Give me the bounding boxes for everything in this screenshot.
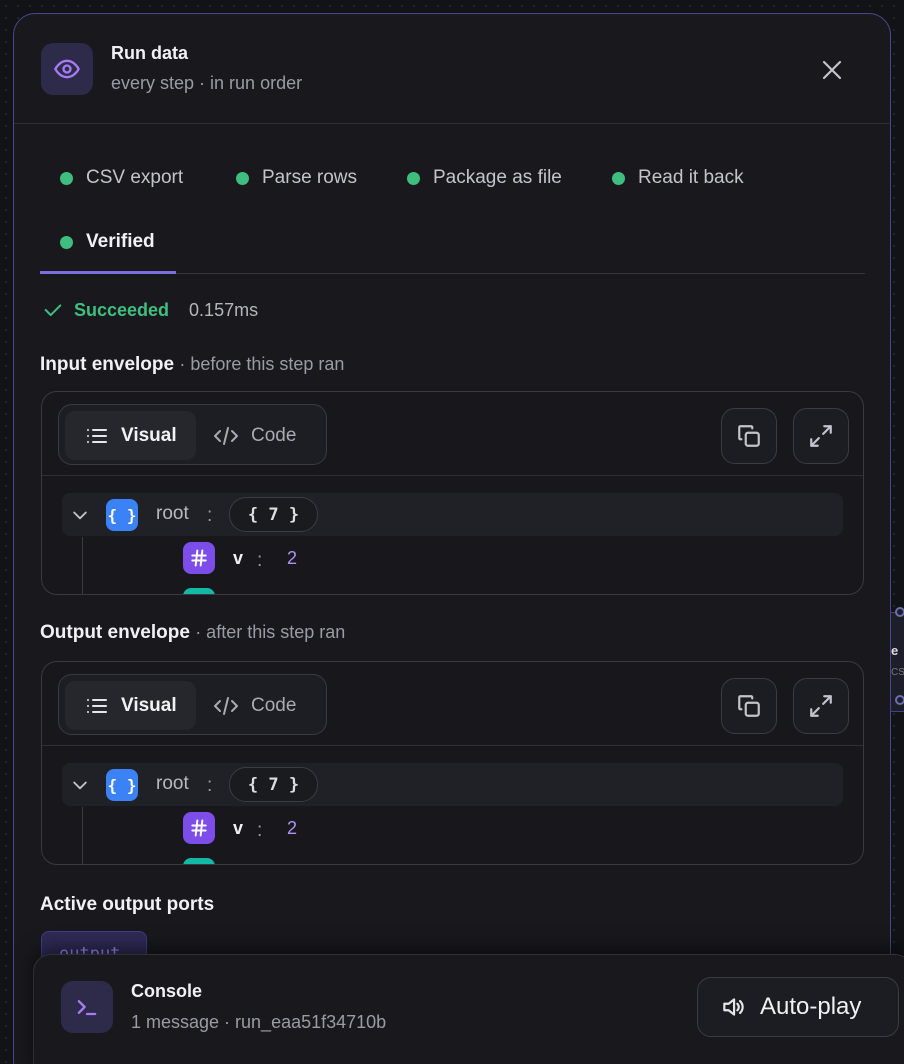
node-title-fragment: e xyxy=(891,643,899,658)
status-dot xyxy=(60,235,73,249)
copy-button[interactable] xyxy=(721,408,777,464)
tab-parse-rows[interactable]: Parse rows xyxy=(236,163,357,193)
view-mode-toggle: Visual Code xyxy=(58,674,327,735)
checkmark-icon xyxy=(44,304,62,317)
eye-icon xyxy=(41,43,93,95)
step-status: Succeeded 0.157ms xyxy=(42,297,258,323)
number-type-icon xyxy=(183,542,215,574)
code-label: Code xyxy=(251,694,297,716)
terminal-icon xyxy=(61,981,113,1033)
speaker-icon xyxy=(723,998,744,1016)
panel-subtitle: every step · in run order xyxy=(111,73,303,93)
console-title: Console xyxy=(131,981,203,1001)
status-dot xyxy=(407,171,420,185)
expand-icon xyxy=(810,695,832,717)
chevron-down-icon[interactable] xyxy=(70,505,90,525)
status-dot xyxy=(60,171,73,185)
viewer-toolbar: Visual Code xyxy=(42,392,863,476)
object-type-icon: { } xyxy=(106,769,138,801)
list-icon xyxy=(87,698,107,713)
section-meta: · after this step ran xyxy=(195,622,346,642)
active-ports-heading: Active output ports xyxy=(40,894,215,915)
key-separator: : xyxy=(257,550,263,571)
node-subtitle-fragment: CS xyxy=(891,667,904,678)
expand-icon xyxy=(810,425,832,447)
string-type-icon xyxy=(183,858,215,864)
status-duration: 0.157ms xyxy=(189,299,259,320)
run-data-panel: Run data every step · in run order CSV e… xyxy=(13,13,891,1064)
node-port-dot xyxy=(895,607,904,617)
tab-csv-export[interactable]: CSV export xyxy=(60,163,183,193)
tab-label: Verified xyxy=(86,231,155,252)
panel-header: Run data every step · in run order xyxy=(14,14,890,124)
visual-label: Visual xyxy=(121,424,177,446)
tab-label: CSV export xyxy=(86,167,184,188)
copy-icon xyxy=(738,695,760,717)
tab-verified[interactable]: Verified xyxy=(60,227,155,257)
autoplay-label: Auto-play xyxy=(760,993,862,1020)
status-dot xyxy=(612,171,625,185)
node-port-dot xyxy=(895,695,904,705)
section-meta: · before this step ran xyxy=(179,354,345,374)
list-icon xyxy=(87,428,107,443)
object-count-badge: { 7 } xyxy=(229,497,318,532)
output-envelope-viewer: Visual Code { } root : { 7 } v: 2 xyxy=(41,661,864,865)
code-icon xyxy=(214,426,238,445)
view-mode-toggle: Visual Code xyxy=(58,404,327,465)
viewer-toolbar: Visual Code xyxy=(42,662,863,746)
string-type-icon xyxy=(183,588,215,594)
key-separator: : xyxy=(207,775,213,796)
tab-package-as-file[interactable]: Package as file xyxy=(407,163,562,193)
tree-child-key: v xyxy=(233,818,244,838)
section-title: Output envelope xyxy=(40,622,190,643)
chevron-down-icon[interactable] xyxy=(70,775,90,795)
tab-label: Parse rows xyxy=(262,167,358,188)
tab-read-it-back[interactable]: Read it back xyxy=(612,163,744,193)
expand-button[interactable] xyxy=(793,408,849,464)
section-title: Input envelope xyxy=(40,354,175,375)
tree-child-value: 2 xyxy=(287,818,298,838)
key-separator: : xyxy=(257,820,263,841)
number-type-icon xyxy=(183,812,215,844)
expand-button[interactable] xyxy=(793,678,849,734)
tree-child-value: 2 xyxy=(287,548,298,568)
close-icon xyxy=(822,60,842,80)
key-separator: : xyxy=(207,505,213,526)
code-view-button[interactable]: Code xyxy=(213,681,296,730)
tree-child-key: v xyxy=(233,548,244,568)
input-envelope-viewer: Visual Code { } root : { 7 } v: 2 xyxy=(41,391,864,595)
panel-title: Run data xyxy=(111,43,189,63)
visual-view-button[interactable]: Visual xyxy=(65,681,196,730)
code-view-button[interactable]: Code xyxy=(213,411,296,460)
active-tab-indicator xyxy=(40,271,176,274)
tree-guide-line xyxy=(82,807,83,864)
object-count-badge: { 7 } xyxy=(229,767,318,802)
tab-label: Read it back xyxy=(638,167,744,188)
copy-icon xyxy=(738,425,760,447)
console-panel: Console 1 message · run_eaa51f34710b Aut… xyxy=(33,954,904,1064)
tree-guide-line xyxy=(82,537,83,594)
status-dot xyxy=(236,171,249,185)
status-label: Succeeded xyxy=(74,299,170,320)
close-button[interactable] xyxy=(814,52,850,88)
tree-key: root xyxy=(156,773,189,794)
code-icon xyxy=(214,696,238,715)
visual-label: Visual xyxy=(121,694,177,716)
code-label: Code xyxy=(251,424,297,446)
tree-root-row[interactable]: { } root : { 7 } xyxy=(62,493,843,536)
object-type-icon: { } xyxy=(106,499,138,531)
tree-key: root xyxy=(156,503,189,524)
step-tabs: CSV export Parse rows Package as file Re… xyxy=(40,152,865,274)
tree-root-row[interactable]: { } root : { 7 } xyxy=(62,763,843,806)
tab-label: Package as file xyxy=(433,167,562,188)
output-envelope-heading: Output envelope · after this step ran xyxy=(40,622,345,644)
autoplay-button[interactable]: Auto-play xyxy=(697,977,899,1037)
console-subtitle: 1 message · run_eaa51f34710b xyxy=(131,1012,387,1032)
visual-view-button[interactable]: Visual xyxy=(65,411,196,460)
copy-button[interactable] xyxy=(721,678,777,734)
input-envelope-heading: Input envelope · before this step ran xyxy=(40,354,344,376)
